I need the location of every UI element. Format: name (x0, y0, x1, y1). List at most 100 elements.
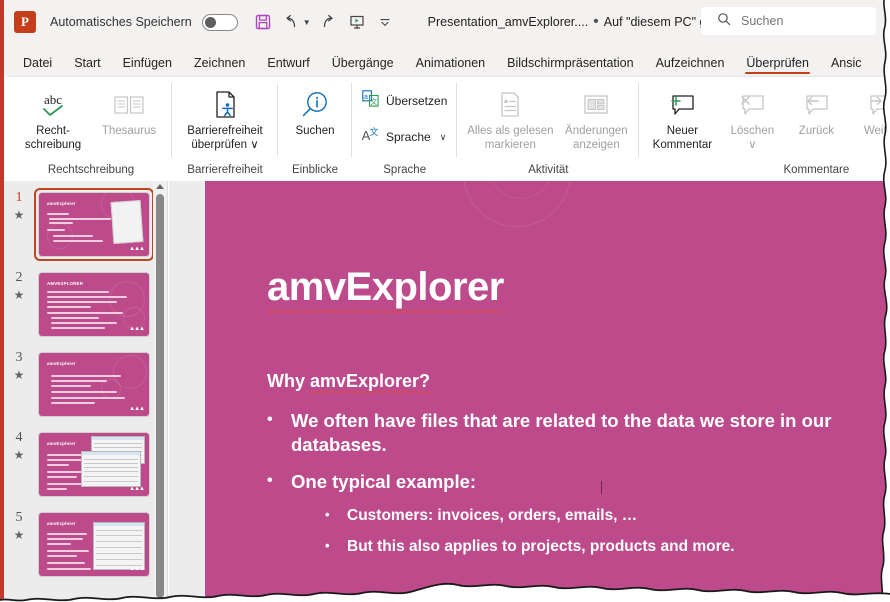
undo-dropdown-chevron-icon[interactable]: ▼ (303, 18, 311, 27)
smart-lookup-icon (298, 86, 332, 124)
slide-bullet-1: • We often have files that are related t… (267, 409, 872, 458)
undo-icon[interactable] (278, 9, 304, 35)
language-chevron-down-icon[interactable]: ∨ (440, 132, 447, 143)
slide-thumbnail-2-canvas: AMVEXPLORER ▲▲▲ (39, 273, 149, 336)
slide-thumbnail-4-frame: amvExplorer (34, 428, 154, 501)
search-box[interactable]: Suchen (701, 7, 876, 35)
smart-lookup-label: Suchen (293, 124, 336, 138)
slide-thumbnail-2-frame: AMVEXPLORER ▲▲▲ (34, 268, 154, 341)
translate-label: Übersetzen (386, 94, 447, 108)
ribbon: abc Recht- schreibung (4, 76, 890, 181)
svg-text:a: a (364, 94, 368, 101)
slide-number-2-group: 2 ★ (4, 268, 34, 301)
language-button[interactable]: A 文 Sprache ∨ (358, 124, 451, 150)
current-slide-canvas[interactable]: amvExplorer Why amvExplorer? • We often … (205, 181, 890, 602)
spelling-label-line2: schreibung (23, 138, 83, 152)
tab-ansicht[interactable]: Ansic (820, 57, 873, 77)
smart-lookup-button[interactable]: Suchen (284, 82, 346, 138)
slide-number-5-group: 5 ★ (4, 508, 34, 541)
slide-bullet-4: • But this also applies to projects, pro… (325, 537, 872, 557)
new-comment-button[interactable]: Neuer Kommentar (645, 82, 719, 153)
autosave-label: Automatisches Speichern (50, 15, 192, 29)
slide-thumbnail-1[interactable]: 1 ★ amvExplorer ▲▲▲ (4, 181, 167, 261)
slide-thumbnail-2[interactable]: 2 ★ AMVEXPLORER ▲▲▲ (4, 261, 167, 341)
slide-number-1-group: 1 ★ (4, 188, 34, 221)
scrollbar-thumb[interactable] (156, 194, 164, 598)
slide-thumbnail-3-frame: amvExplorer ▲▲▲ (34, 348, 154, 421)
ribbon-group-title-aktivitaet: Aktivität (463, 159, 633, 181)
mark-all-read-button: Alles als gelesen markieren (463, 82, 557, 153)
bullet-text-3: Customers: invoices, orders, emails, … (347, 506, 637, 526)
show-changes-label-line2: anzeigen (571, 138, 622, 152)
slide-title-textbox[interactable]: amvExplorer (267, 265, 504, 313)
tab-entwurf[interactable]: Entwurf (256, 57, 320, 77)
tab-datei[interactable]: Datei (12, 57, 63, 77)
tab-einfuegen[interactable]: Einfügen (112, 57, 183, 77)
ribbon-group-aktivitaet: Alles als gelesen markieren Än (457, 77, 639, 181)
slide-thumbnail-3[interactable]: 3 ★ amvExplorer ▲▲▲ (4, 341, 167, 421)
mark-all-read-label-line1: Alles als gelesen (465, 124, 555, 138)
slide-thumbnail-5[interactable]: 5 ★ amvExplorer (4, 501, 167, 581)
slide-thumbnail-4[interactable]: 4 ★ amvExplorer (4, 421, 167, 501)
previous-comment-label: Zurück (797, 124, 836, 138)
bullet-glyph-4: • (325, 537, 347, 557)
new-comment-label-line1: Neuer (665, 124, 700, 138)
slide-thumbnail-panel: 1 ★ amvExplorer ▲▲▲ (4, 181, 168, 602)
spelling-button[interactable]: abc Recht- schreibung (16, 82, 90, 153)
slide-number-2: 2 (16, 270, 23, 286)
slide-thumbnail-1-frame: amvExplorer ▲▲▲ (34, 188, 154, 261)
bullet-text-1: We often have files that are related to … (291, 409, 872, 458)
tab-animationen[interactable]: Animationen (405, 57, 497, 77)
next-comment-icon (863, 86, 890, 124)
slide-number-3: 3 (16, 350, 23, 366)
next-comment-label: Weiter (862, 124, 890, 138)
search-placeholder: Suchen (741, 14, 783, 28)
redo-icon[interactable] (316, 9, 342, 35)
scroll-up-arrow-icon[interactable] (156, 184, 164, 189)
previous-comment-button: Zurück (785, 82, 847, 138)
thumb-title-3: amvExplorer (47, 361, 76, 366)
title-separator: • (593, 13, 599, 31)
slide-number-4: 4 (16, 430, 23, 446)
slide-star-icon-5: ★ (14, 529, 25, 541)
delete-comment-button: Löschen ∨ (721, 82, 783, 153)
ribbon-group-title-sprache: Sprache (358, 159, 451, 181)
ribbon-group-title-barrierefreiheit: Barrierefreiheit (178, 159, 272, 181)
tab-bildschirmpraesentation[interactable]: Bildschirmpräsentation (496, 57, 644, 77)
tab-zeichnen[interactable]: Zeichnen (183, 57, 256, 77)
thesaurus-book-icon (112, 86, 146, 124)
slide-number-3-group: 3 ★ (4, 348, 34, 381)
translate-button[interactable]: a 文 Übersetzen (358, 88, 451, 114)
thumb-title-4: amvExplorer (47, 441, 76, 446)
tab-start[interactable]: Start (63, 57, 111, 77)
tab-uebergaenge[interactable]: Übergänge (321, 57, 405, 77)
start-slideshow-icon[interactable] (344, 9, 370, 35)
thumb-book-image-1 (111, 200, 144, 244)
slide-body-textbox[interactable]: Why amvExplorer? • We often have files t… (267, 371, 872, 567)
spelling-abc-icon: abc (35, 86, 71, 124)
thumb-title-2: AMVEXPLORER (47, 281, 83, 286)
search-icon (717, 12, 731, 31)
tab-aufzeichnen[interactable]: Aufzeichnen (645, 57, 736, 77)
check-accessibility-button[interactable]: Barrierefreiheit überprüfen ∨ (178, 82, 272, 153)
bullet-glyph-2: • (267, 470, 291, 494)
slide-number-5: 5 (16, 510, 23, 526)
delete-comment-chevron-down-icon: ∨ (746, 138, 758, 152)
thumb-logo-2: ▲▲▲ (129, 326, 144, 332)
document-title[interactable]: Presentation_amvExplorer.... (428, 15, 589, 29)
thumb-screenshot-4b (81, 451, 141, 487)
title-bar: P Automatisches Speichern ▼ (4, 0, 890, 44)
save-icon[interactable] (250, 9, 276, 35)
bullet-text-4: But this also applies to projects, produ… (347, 537, 735, 557)
customize-quick-access-icon[interactable] (372, 9, 398, 35)
tab-ueberpruefen[interactable]: Überprüfen (735, 57, 820, 77)
show-changes-button: Änderungen anzeigen (559, 82, 633, 153)
autosave-toggle[interactable] (202, 14, 238, 31)
spelling-label-line1: Recht- (34, 124, 72, 138)
accessibility-check-icon (209, 86, 241, 124)
slide-number-4-group: 4 ★ (4, 428, 34, 461)
slide-number-1: 1 (16, 190, 23, 206)
slide-panel-scrollbar[interactable] (153, 181, 167, 602)
slide-bullet-3: • Customers: invoices, orders, emails, … (325, 506, 872, 526)
powerpoint-window: P Automatisches Speichern ▼ (0, 0, 890, 602)
